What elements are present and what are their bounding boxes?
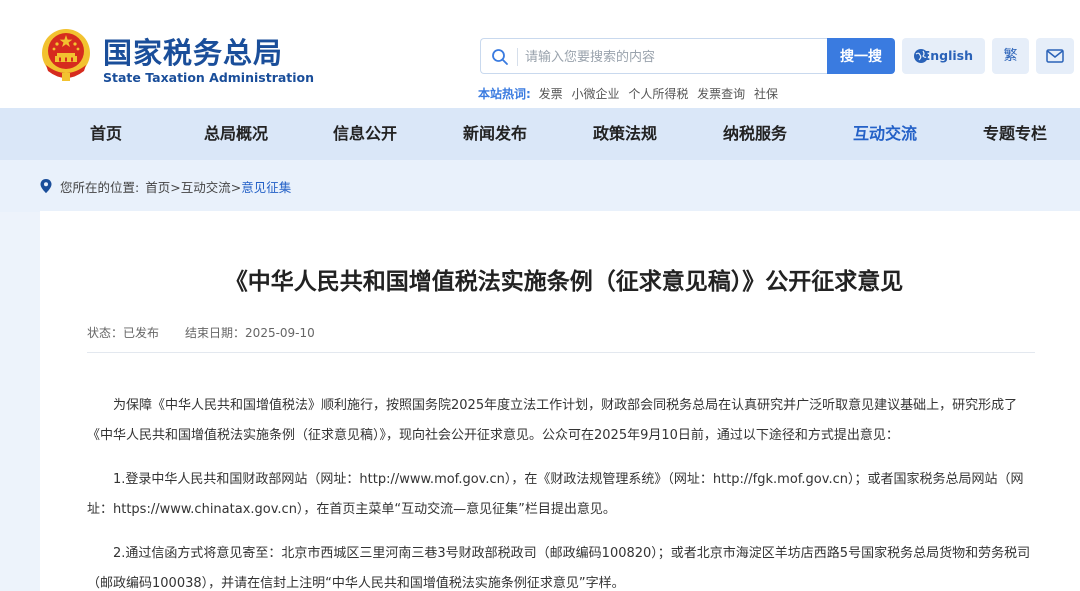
site-title[interactable]: 国家税务总局 [103, 30, 283, 72]
site-subtitle-en[interactable]: State Taxation Administration [103, 70, 314, 85]
status-label: 状态： [87, 326, 124, 340]
article-paragraph: 为保障《中华人民共和国增值税法》顺利施行，按照国务院2025年度立法工作计划，财… [87, 398, 1018, 443]
hot-words-label: 本站热词: [478, 87, 531, 101]
search-button[interactable]: 搜一搜 [827, 38, 895, 74]
article-paragraph: 1.登录中华人民共和国财政部网站（网址：http://www.mof.gov.c… [87, 472, 1024, 517]
nav-item-special[interactable]: 专题专栏 [965, 108, 1065, 160]
search-divider [517, 48, 518, 66]
english-label: English [921, 48, 973, 63]
article-meta: 状态：已发布 结束日期：2025-09-10 [87, 324, 315, 341]
article-paragraph: 2.通过信函方式将意见寄至：北京市西城区三里河南三巷3号财政部税政司（邮政编码1… [87, 546, 1031, 591]
hot-word-link[interactable]: 社保 [754, 87, 778, 101]
nav-item-home[interactable]: 首页 [56, 108, 156, 160]
nav-item-news[interactable]: 新闻发布 [445, 108, 545, 160]
hot-word-link[interactable]: 发票查询 [697, 87, 745, 101]
article-title: 《中华人民共和国增值税法实施条例（征求意见稿）》公开征求意见 [224, 269, 904, 295]
nav-item-policy[interactable]: 政策法规 [575, 108, 675, 160]
search-icon [492, 49, 508, 65]
hot-word-link[interactable]: 发票 [539, 87, 563, 101]
nav-item-overview[interactable]: 总局概况 [186, 108, 286, 160]
hot-words: 本站热词: 发票 小微企业 个人所得税 发票查询 社保 [478, 85, 783, 102]
mail-icon [1046, 49, 1064, 63]
mail-button[interactable] [1036, 38, 1074, 74]
traditional-chinese-button[interactable]: 繁 [992, 38, 1029, 74]
meta-divider [87, 352, 1035, 353]
hot-word-link[interactable]: 个人所得税 [628, 87, 688, 101]
breadcrumb-separator: > [170, 180, 181, 195]
location-pin-icon [40, 179, 52, 193]
breadcrumb-separator: > [230, 180, 242, 195]
breadcrumb-home[interactable]: 首页 [145, 180, 170, 195]
search-input[interactable] [525, 45, 815, 69]
main-nav: 首页 总局概况 信息公开 新闻发布 政策法规 纳税服务 互动交流 专题专栏 [0, 108, 1080, 160]
site-header: 国家税务总局 State Taxation Administration 搜一搜… [0, 0, 1080, 108]
nav-item-disclosure[interactable]: 信息公开 [315, 108, 415, 160]
end-date-label: 结束日期： [185, 326, 246, 340]
breadcrumb-current[interactable]: 意见征集 [241, 180, 291, 195]
breadcrumb-label: 您所在的位置: [60, 180, 140, 195]
globe-icon [914, 49, 928, 63]
nav-item-tax-service[interactable]: 纳税服务 [705, 108, 805, 160]
nav-item-interaction[interactable]: 互动交流 [835, 108, 935, 160]
national-emblem-icon[interactable] [40, 27, 92, 83]
hot-word-link[interactable]: 小微企业 [571, 87, 619, 101]
search-box [480, 38, 828, 74]
breadcrumb: 您所在的位置: 首页>互动交流>意见征集 [60, 177, 291, 196]
status-value: 已发布 [123, 326, 160, 340]
english-button[interactable]: English [902, 38, 985, 74]
end-date-value: 2025-09-10 [245, 326, 315, 340]
breadcrumb-interaction[interactable]: 互动交流 [181, 180, 231, 195]
